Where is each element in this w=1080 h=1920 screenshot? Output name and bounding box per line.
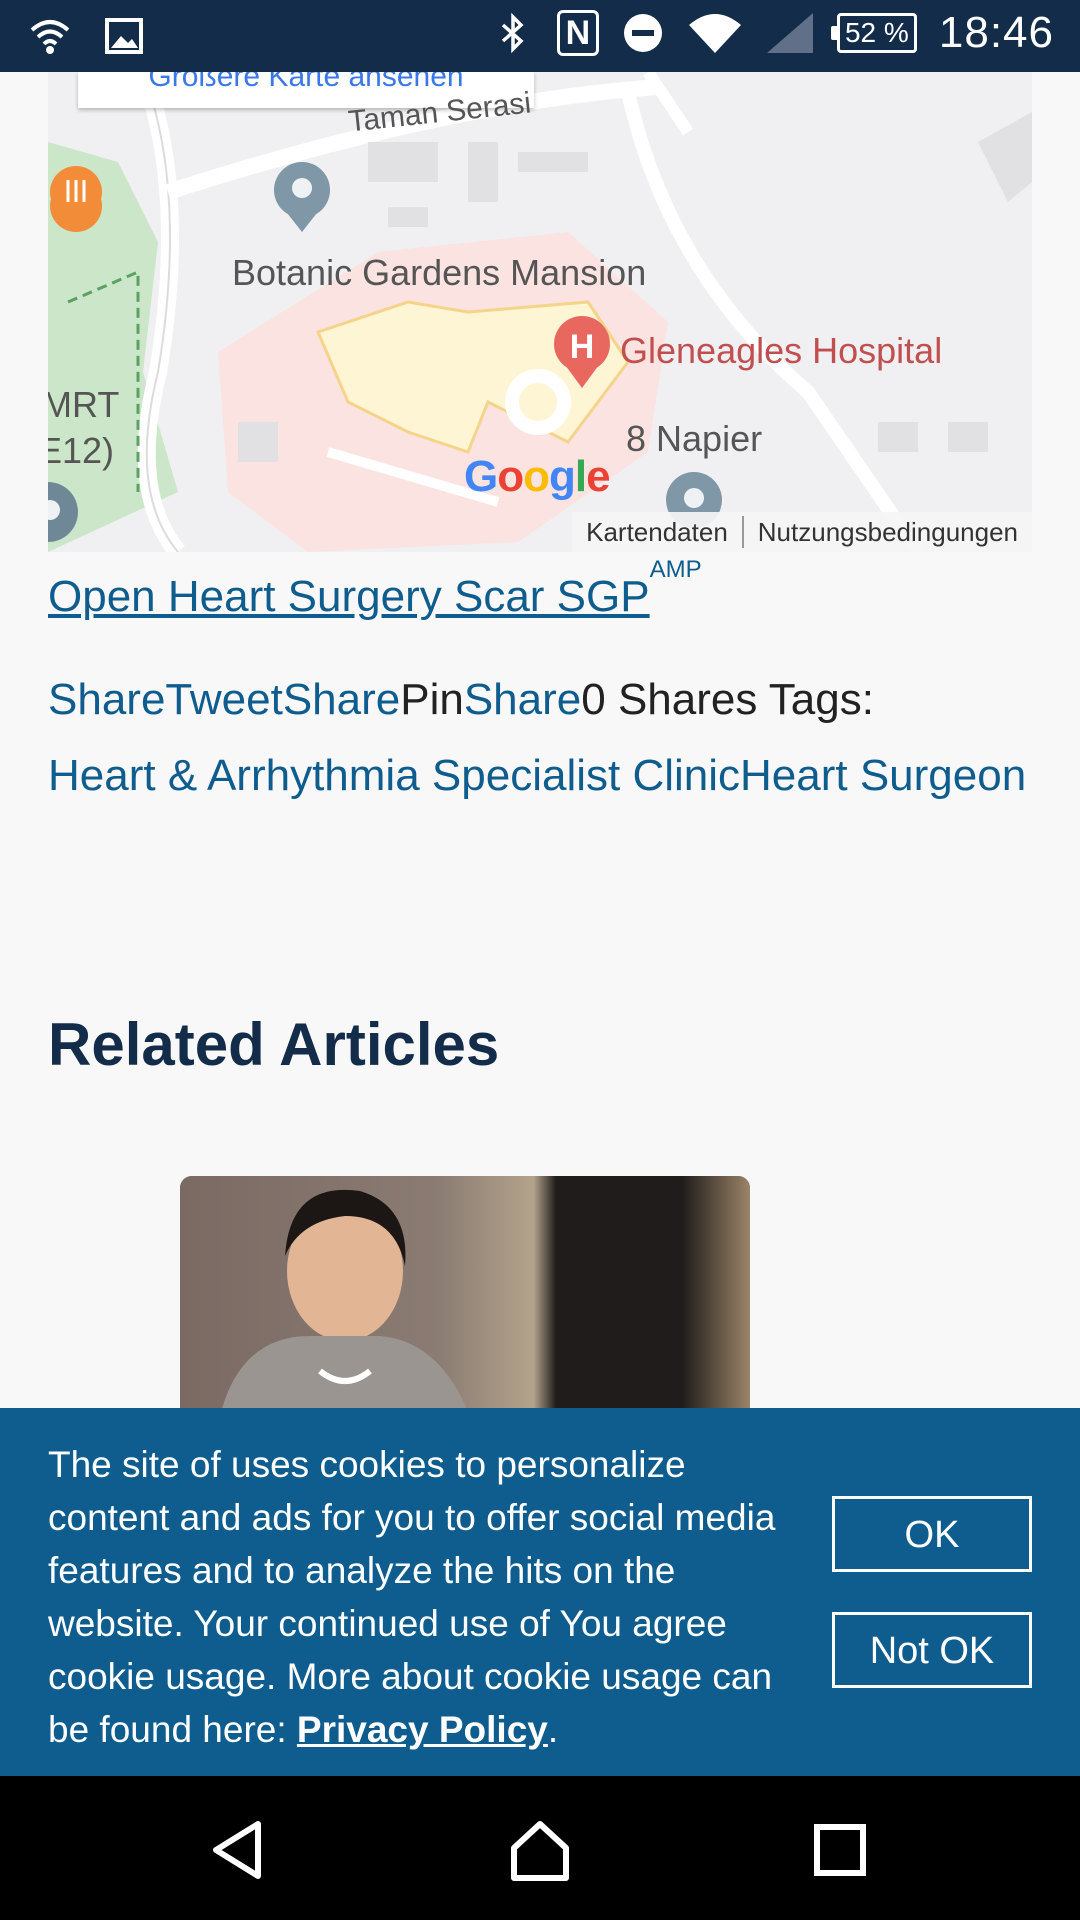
share-link[interactable]: Share — [283, 675, 400, 724]
shares-count: 0 Shares — [581, 675, 758, 724]
pin-text[interactable]: Pin — [400, 675, 464, 724]
do-not-disturb-icon — [623, 14, 662, 52]
battery-icon: 52 % — [830, 13, 917, 53]
cookie-text: The site of uses cookies to personalize … — [48, 1444, 776, 1750]
cookie-trailing: . — [547, 1709, 559, 1750]
embedded-map[interactable]: H Größere Karte ansehen Taman Serasi Bot… — [48, 72, 1032, 552]
share-email-link[interactable]: Share — [464, 675, 581, 724]
cookie-message: The site of uses cookies to personalize … — [48, 1438, 788, 1756]
share-facebook-link[interactable]: Share — [48, 675, 165, 724]
nfc-icon: N — [556, 10, 599, 56]
mrt-code-label: E12) — [48, 430, 115, 471]
amp-badge: AMP — [649, 556, 702, 583]
tags-label: Tags: — [768, 675, 874, 724]
restaurant-marker-icon[interactable] — [50, 166, 103, 232]
share-tags-line: ShareTweetSharePinShare0 Shares Tags: He… — [48, 662, 1038, 814]
wifi-hotspot-icon — [30, 20, 70, 54]
related-article-card[interactable] — [180, 1176, 750, 1416]
portrait-image — [220, 1189, 470, 1416]
google-logo: Google — [464, 452, 611, 501]
terms-link[interactable]: Nutzungsbedingungen — [744, 517, 1032, 548]
back-icon[interactable] — [208, 1818, 272, 1882]
wifi-icon — [688, 14, 741, 53]
napier-label: 8 Napier — [626, 418, 763, 459]
clock: 18:46 — [938, 8, 1054, 57]
svg-text:H: H — [570, 328, 595, 366]
recents-icon[interactable] — [808, 1818, 872, 1882]
image-icon — [105, 18, 143, 54]
hospital-label: Gleneagles Hospital — [620, 330, 943, 371]
article-link[interactable]: Open Heart Surgery Scar SGP — [48, 572, 650, 622]
map-attribution: Kartendaten Nutzungsbedingungen — [572, 512, 1032, 552]
tag-link[interactable]: Heart & Arrhythmia Specialist Clinic — [48, 751, 740, 800]
tag-link[interactable]: Heart Surgeon — [740, 751, 1026, 800]
cookie-not-ok-button[interactable]: Not OK — [832, 1612, 1032, 1688]
signal-icon — [766, 13, 813, 53]
bluetooth-icon — [501, 12, 524, 54]
cookie-ok-button[interactable]: OK — [832, 1496, 1032, 1572]
navigation-bar — [0, 1776, 1080, 1920]
mrt-label: MRT — [48, 384, 120, 425]
tweet-link[interactable]: Tweet — [165, 675, 282, 724]
privacy-policy-link[interactable]: Privacy Policy — [297, 1709, 548, 1750]
home-icon[interactable] — [508, 1818, 572, 1882]
related-articles-heading: Related Articles — [48, 1011, 500, 1078]
mansion-label: Botanic Gardens Mansion — [232, 252, 647, 293]
status-bar: N 52 % 18:46 — [0, 0, 1080, 72]
map-data-link[interactable]: Kartendaten — [572, 517, 742, 548]
article-content: Open Heart Surgery Scar SGPAMP ShareTwee… — [48, 556, 1038, 814]
cookie-banner: The site of uses cookies to personalize … — [0, 1408, 1080, 1776]
